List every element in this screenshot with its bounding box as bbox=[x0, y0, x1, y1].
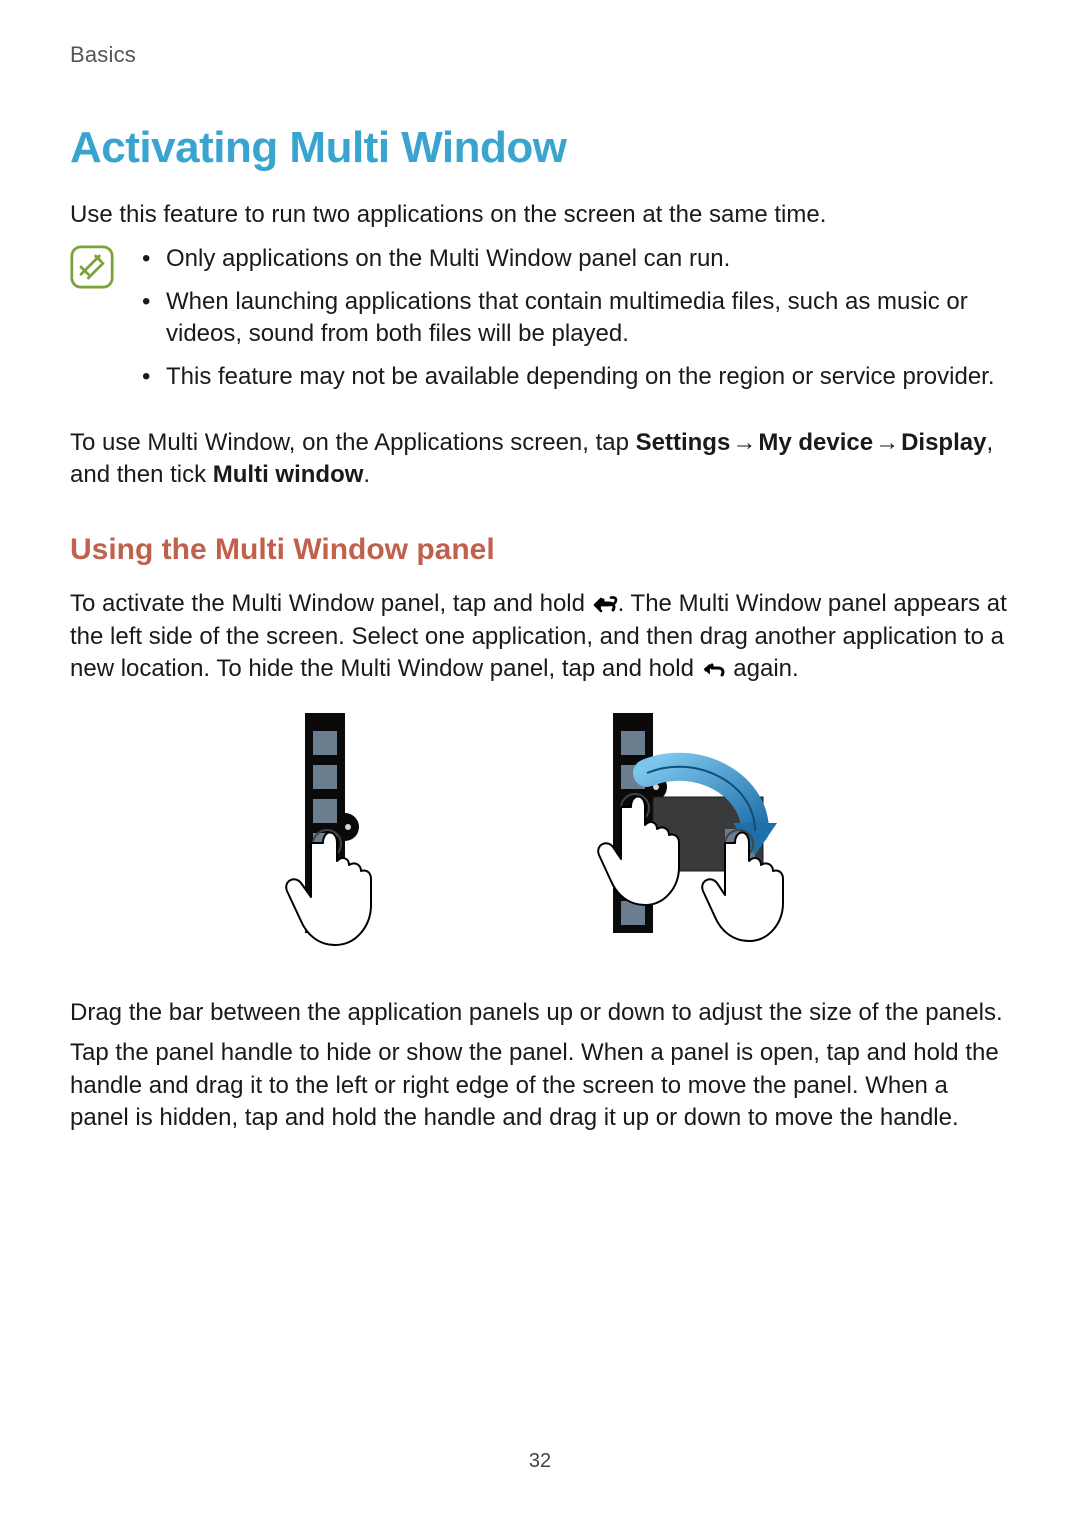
note-icon bbox=[70, 245, 114, 289]
back-key-icon bbox=[701, 661, 727, 679]
note-item: When launching applications that contain… bbox=[138, 286, 1010, 351]
text: again. bbox=[727, 655, 799, 682]
back-key-icon bbox=[592, 596, 618, 614]
display-label: Display bbox=[901, 429, 986, 456]
multiwindow-label: Multi window bbox=[213, 461, 364, 488]
activate-instructions: To activate the Multi Window panel, tap … bbox=[70, 588, 1010, 685]
drag-bar-text: Drag the bar between the application pan… bbox=[70, 997, 1010, 1029]
settings-label: Settings bbox=[636, 429, 731, 456]
page-number: 32 bbox=[0, 1448, 1080, 1475]
text: To use Multi Window, on the Applications… bbox=[70, 429, 636, 456]
arrow-icon: → bbox=[730, 427, 758, 459]
note-list: Only applications on the Multi Window pa… bbox=[138, 243, 1010, 403]
note-item: This feature may not be available depend… bbox=[138, 361, 1010, 393]
text: . bbox=[363, 461, 370, 488]
text: To activate the Multi Window panel, tap … bbox=[70, 590, 592, 617]
enable-instructions: To use Multi Window, on the Applications… bbox=[70, 427, 1010, 492]
intro-text: Use this feature to run two applications… bbox=[70, 199, 1010, 231]
mydevice-label: My device bbox=[758, 429, 873, 456]
note-item: Only applications on the Multi Window pa… bbox=[138, 243, 1010, 275]
figure-drag-app bbox=[555, 713, 835, 972]
page-title: Activating Multi Window bbox=[70, 118, 1010, 177]
figure-select-app bbox=[245, 713, 445, 972]
section-subhead: Using the Multi Window panel bbox=[70, 530, 1010, 571]
panel-handle-text: Tap the panel handle to hide or show the… bbox=[70, 1037, 1010, 1134]
running-header: Basics bbox=[70, 40, 1010, 70]
figure-row bbox=[70, 713, 1010, 972]
arrow-icon: → bbox=[873, 427, 901, 459]
note-block: Only applications on the Multi Window pa… bbox=[70, 243, 1010, 403]
